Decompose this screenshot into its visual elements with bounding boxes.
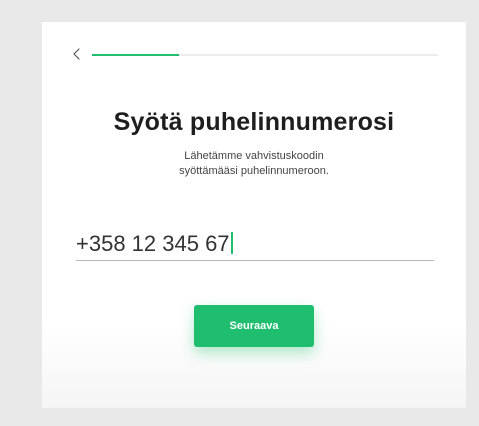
phone-number-field[interactable]: +358 12 345 67 (76, 230, 434, 261)
app-frame: Syötä puhelinnumerosi Lähetämme vahvistu… (0, 0, 479, 426)
page-subtitle: Lähetämme vahvistuskoodin syöttämääsi pu… (179, 150, 329, 177)
next-button[interactable]: Seuraava (194, 305, 314, 347)
top-bar (70, 46, 442, 62)
chevron-left-icon[interactable] (70, 46, 84, 62)
progress-bar-fill (92, 54, 179, 56)
phone-number-value[interactable]: +358 12 345 67 (76, 231, 230, 256)
phone-entry-card: Syötä puhelinnumerosi Lähetämme vahvistu… (42, 22, 466, 408)
text-caret (230, 232, 233, 254)
progress-bar (92, 54, 438, 56)
page-title: Syötä puhelinnumerosi (113, 108, 395, 136)
